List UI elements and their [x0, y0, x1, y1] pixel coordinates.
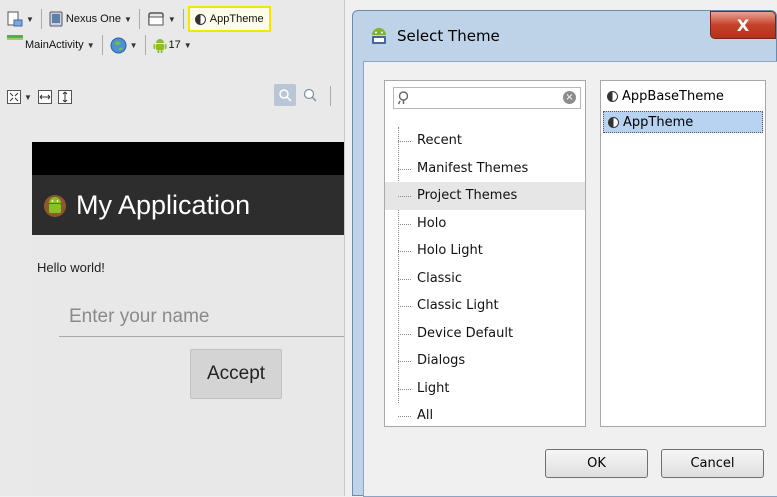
device-screen-button[interactable]: ▼: [4, 8, 37, 30]
dialog-title: Select Theme: [397, 27, 500, 45]
zoom-fit-icon: [7, 90, 21, 104]
toolbar-divider: [182, 9, 184, 29]
fill-width-icon: [37, 90, 52, 104]
tree-item-classic-light[interactable]: Classic Light: [385, 292, 585, 320]
fill-width-button[interactable]: [35, 86, 55, 108]
tree-item-holo[interactable]: Holo: [385, 210, 585, 238]
close-button[interactable]: X: [710, 11, 776, 39]
search-input[interactable]: ×: [393, 87, 581, 109]
activity-content: Hello world! Enter your name Accept: [32, 235, 344, 496]
tree-item-recent[interactable]: Recent: [385, 127, 585, 155]
theme-item-appbasetheme[interactable]: AppBaseTheme: [603, 85, 763, 107]
theme-button[interactable]: AppTheme: [187, 6, 271, 32]
search-icon: [397, 91, 409, 105]
chevron-down-icon: ▼: [123, 14, 132, 24]
orientation-button[interactable]: ▼: [144, 8, 179, 30]
hello-text: Hello world!: [37, 260, 105, 275]
fill-height-button[interactable]: [55, 86, 75, 108]
activity-icon: [7, 35, 23, 40]
dialog-title-bar: Select Theme X: [353, 11, 776, 61]
action-bar: My Application: [32, 175, 344, 235]
app-launcher-icon: [44, 195, 66, 217]
toolbar-divider: [138, 9, 140, 29]
theme-item-apptheme[interactable]: AppTheme: [603, 111, 763, 133]
device-selector[interactable]: Nexus One ▼: [46, 8, 135, 30]
toolbar-row-1: ▼ Nexus One ▼ ▼ AppTheme: [4, 6, 271, 32]
toolbar-divider: [330, 86, 331, 106]
android-icon: [153, 39, 167, 53]
zoom-out-icon: [279, 89, 292, 102]
globe-icon: [110, 37, 127, 53]
cancel-button[interactable]: Cancel: [661, 449, 764, 478]
accept-button[interactable]: Accept: [190, 349, 282, 399]
theme-category-panel: × Recent Manifest Themes Project Themes …: [384, 80, 586, 427]
tree-item-classic[interactable]: Classic: [385, 265, 585, 293]
status-bar: [32, 142, 344, 175]
app-title: My Application: [76, 189, 251, 220]
chevron-down-icon: ▼: [24, 92, 32, 102]
tree-item-holo-light[interactable]: Holo Light: [385, 237, 585, 265]
zoom-out-button[interactable]: [274, 84, 296, 106]
clear-icon[interactable]: ×: [563, 91, 576, 104]
theme-item-label: AppBaseTheme: [622, 88, 724, 104]
layout-editor: ▼ Nexus One ▼ ▼ AppTheme MainActivity ▼ …: [0, 0, 345, 496]
tree-item-light[interactable]: Light: [385, 375, 585, 403]
api-level-selector[interactable]: 17 ▼: [150, 34, 195, 56]
fill-height-icon: [57, 90, 72, 104]
toolbar-divider: [101, 35, 103, 55]
zoom-fit-button[interactable]: ▼: [4, 86, 35, 108]
orientation-icon: [148, 12, 164, 26]
ok-button[interactable]: OK: [545, 449, 648, 478]
theme-item-label: AppTheme: [623, 114, 694, 130]
zoom-actual-button[interactable]: [299, 84, 321, 106]
tree-item-device-default[interactable]: Device Default: [385, 320, 585, 348]
chevron-down-icon: ▼: [26, 14, 34, 24]
category-tree: Recent Manifest Themes Project Themes Ho…: [385, 127, 585, 430]
zoom-actual-icon: [303, 88, 317, 102]
theme-icon: [607, 90, 618, 102]
chevron-down-icon: ▼: [129, 40, 138, 50]
tree-item-manifest-themes[interactable]: Manifest Themes: [385, 155, 585, 183]
theme-icon: [194, 13, 206, 25]
name-input[interactable]: Enter your name: [59, 299, 344, 337]
toolbar-divider: [144, 35, 146, 55]
dialog-body: × Recent Manifest Themes Project Themes …: [363, 61, 777, 497]
chevron-down-icon: ▼: [183, 40, 192, 50]
toolbar-row-3: ▼: [4, 84, 75, 110]
theme-list-panel: AppBaseTheme AppTheme: [600, 80, 766, 427]
device-name: Nexus One: [65, 13, 121, 25]
close-icon: X: [736, 15, 750, 35]
device-preview: My Application Hello world! Enter your n…: [32, 142, 344, 496]
theme-icon: [608, 116, 619, 128]
toolbar-divider: [40, 9, 42, 29]
api-level: 17: [168, 39, 181, 51]
tree-item-all[interactable]: All: [385, 402, 585, 430]
toolbar-row-2: MainActivity ▼ ▼ 17 ▼: [4, 32, 195, 58]
device-icon: [7, 11, 23, 27]
theme-name: AppTheme: [209, 13, 264, 25]
chevron-down-icon: ▼: [167, 14, 176, 24]
select-theme-dialog: Select Theme X × Recent Manifest Themes …: [352, 10, 777, 497]
chevron-down-icon: ▼: [86, 40, 95, 50]
phone-icon: [49, 11, 63, 27]
android-icon: [372, 28, 386, 44]
activity-name: MainActivity: [25, 39, 84, 51]
tree-item-dialogs[interactable]: Dialogs: [385, 347, 585, 375]
tree-item-project-themes[interactable]: Project Themes: [385, 182, 585, 210]
activity-selector[interactable]: MainActivity ▼: [4, 34, 98, 56]
locale-selector[interactable]: ▼: [107, 34, 141, 56]
